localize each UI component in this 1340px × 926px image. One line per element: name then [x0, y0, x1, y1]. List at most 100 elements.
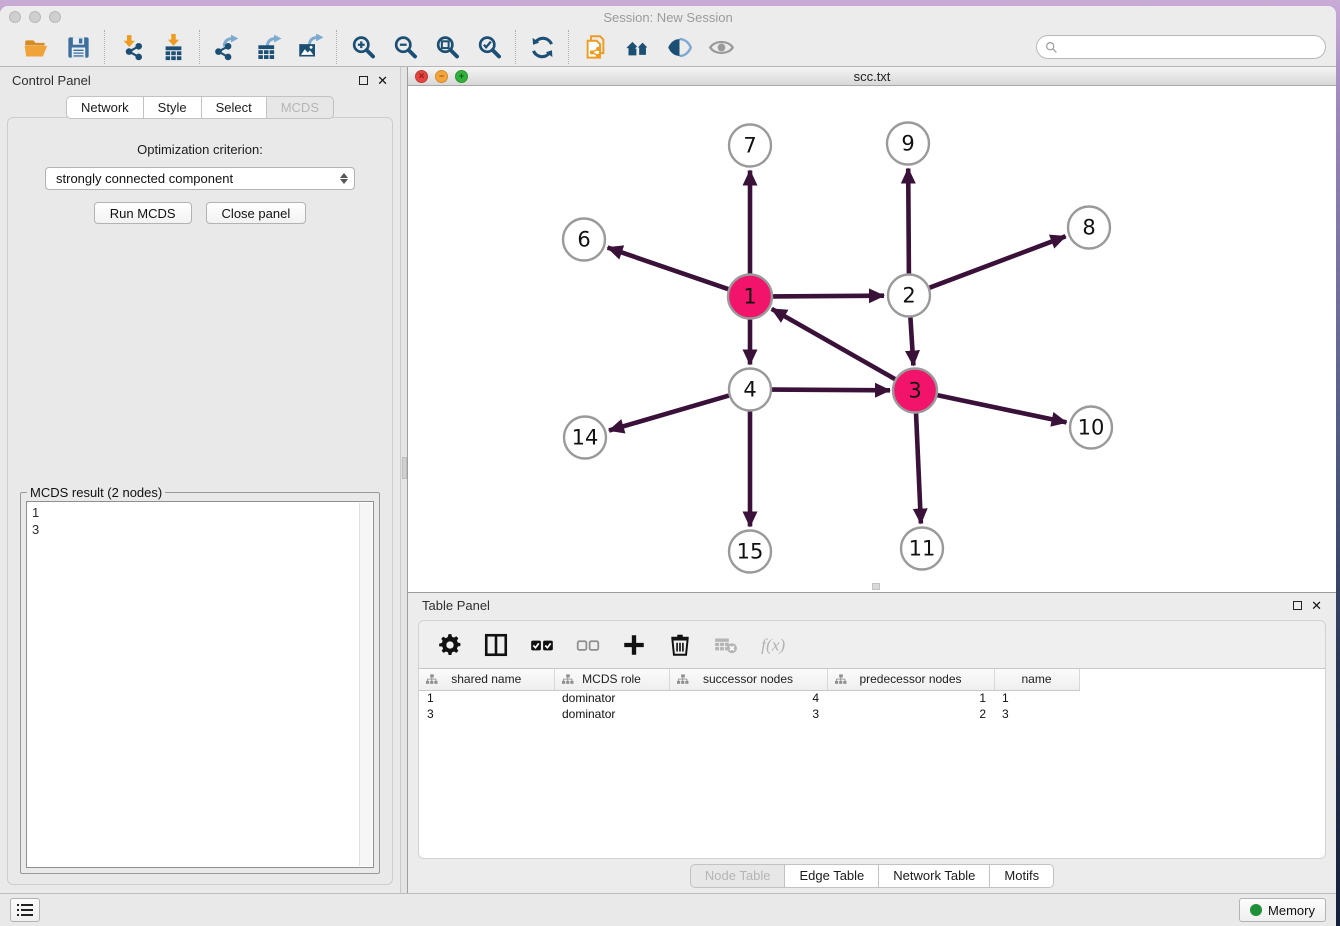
- column-header-MCDS-role[interactable]: MCDS role: [554, 669, 669, 690]
- network-window-titlebar[interactable]: ✕ − + scc.txt: [408, 67, 1336, 86]
- tab-style[interactable]: Style: [143, 96, 201, 119]
- open-folder-icon[interactable]: [22, 33, 50, 61]
- tab-network-table[interactable]: Network Table: [878, 864, 989, 888]
- column-view-icon[interactable]: [483, 632, 509, 658]
- tab-edge-table[interactable]: Edge Table: [784, 864, 878, 888]
- table-row[interactable]: 1dominator411: [419, 690, 1079, 706]
- table-tabs: Node TableEdge TableNetwork TableMotifs: [408, 859, 1336, 893]
- close-table-panel-icon[interactable]: ✕: [1311, 601, 1322, 610]
- tab-network[interactable]: Network: [66, 96, 143, 119]
- network-resize-handle[interactable]: [872, 583, 880, 590]
- mcds-result-values: 1 3: [32, 505, 39, 537]
- tab-node-table[interactable]: Node Table: [690, 864, 785, 888]
- panel-splitter[interactable]: [400, 67, 408, 893]
- zoom-out-icon[interactable]: [391, 33, 419, 61]
- column-header-predecessor-nodes[interactable]: predecessor nodes: [827, 669, 994, 690]
- graph-node-2[interactable]: 2: [888, 275, 930, 317]
- network-close-icon[interactable]: ✕: [415, 70, 428, 83]
- graph-node-4[interactable]: 4: [729, 369, 771, 411]
- tab-motifs[interactable]: Motifs: [989, 864, 1054, 888]
- column-header-name[interactable]: name: [994, 669, 1079, 690]
- tab-select[interactable]: Select: [201, 96, 266, 119]
- refresh-icon[interactable]: [528, 33, 556, 61]
- float-panel-icon[interactable]: [359, 76, 368, 85]
- export-network-icon[interactable]: [212, 33, 240, 61]
- export-image-icon[interactable]: [296, 33, 324, 61]
- save-icon[interactable]: [64, 33, 92, 61]
- table-row[interactable]: 3dominator323: [419, 706, 1079, 722]
- graph-node-7[interactable]: 7: [729, 125, 771, 167]
- clone-network-icon[interactable]: [581, 33, 609, 61]
- table-cell[interactable]: 1: [419, 690, 554, 706]
- table-cell[interactable]: 1: [994, 690, 1079, 706]
- graph-node-11[interactable]: 11: [901, 528, 943, 570]
- run-mcds-button[interactable]: Run MCDS: [94, 202, 192, 224]
- graph-node-8[interactable]: 8: [1068, 207, 1110, 249]
- network-canvas[interactable]: 7 9 6 8 1 2 4 3 14 10 15: [408, 86, 1336, 592]
- edge-4-14[interactable]: [609, 396, 729, 431]
- edge-3-11[interactable]: [916, 413, 921, 524]
- search-box[interactable]: [1036, 35, 1326, 59]
- hierarchy-icon: [562, 674, 574, 688]
- table-cell[interactable]: 3: [419, 706, 554, 722]
- tab-mcds[interactable]: MCDS: [266, 96, 334, 119]
- close-panel-icon[interactable]: ✕: [377, 76, 388, 85]
- splitter-grip-icon[interactable]: [402, 457, 407, 479]
- task-history-button[interactable]: [10, 898, 40, 922]
- edge-2-8[interactable]: [930, 236, 1066, 287]
- float-table-panel-icon[interactable]: [1293, 601, 1302, 610]
- table-cell[interactable]: 3: [994, 706, 1079, 722]
- column-header-successor-nodes[interactable]: successor nodes: [669, 669, 827, 690]
- graph-node-3[interactable]: 3: [893, 369, 937, 413]
- zoom-in-icon[interactable]: [349, 33, 377, 61]
- half-eye-icon[interactable]: [665, 33, 693, 61]
- graph-node-1[interactable]: 1: [728, 275, 772, 319]
- app-window: Session: New Session: [0, 6, 1336, 926]
- table-cell[interactable]: dominator: [554, 706, 669, 722]
- table-cell[interactable]: 4: [669, 690, 827, 706]
- edge-3-10[interactable]: [937, 395, 1067, 422]
- gear-icon[interactable]: [437, 632, 463, 658]
- optimization-criterion-select[interactable]: strongly connected component: [45, 167, 355, 190]
- table-cell[interactable]: dominator: [554, 690, 669, 706]
- network-graph[interactable]: 7 9 6 8 1 2 4 3 14 10 15: [408, 86, 1336, 592]
- edge-4-3[interactable]: [772, 390, 890, 391]
- zoom-fit-icon[interactable]: [433, 33, 461, 61]
- delete-column-icon[interactable]: [667, 632, 693, 658]
- edge-2-3[interactable]: [910, 318, 913, 366]
- graph-node-6[interactable]: 6: [563, 219, 605, 261]
- export-table-icon[interactable]: [254, 33, 282, 61]
- edge-3-1[interactable]: [772, 309, 896, 380]
- graph-node-14[interactable]: 14: [564, 417, 606, 459]
- search-input[interactable]: [1063, 40, 1317, 54]
- svg-text:1: 1: [743, 285, 756, 309]
- svg-text:f(x): f(x): [761, 635, 785, 654]
- close-panel-button[interactable]: Close panel: [206, 202, 307, 224]
- control-panel-tabs: NetworkStyleSelectMCDS: [0, 96, 400, 119]
- edge-2-9[interactable]: [908, 169, 909, 274]
- unselect-all-icon[interactable]: [575, 632, 601, 658]
- home-icon[interactable]: [623, 33, 651, 61]
- mcds-result-text[interactable]: 1 3: [26, 501, 374, 868]
- graph-node-9[interactable]: 9: [887, 123, 929, 165]
- memory-button[interactable]: Memory: [1239, 898, 1326, 922]
- window-titlebar[interactable]: Session: New Session: [0, 6, 1336, 28]
- edge-1-2[interactable]: [772, 296, 884, 297]
- network-maximize-icon[interactable]: +: [455, 70, 468, 83]
- table-cell[interactable]: 3: [669, 706, 827, 722]
- graph-node-15[interactable]: 15: [729, 531, 771, 573]
- edge-1-6[interactable]: [608, 248, 730, 290]
- network-minimize-icon[interactable]: −: [435, 70, 448, 83]
- toolbar-group: [516, 33, 568, 61]
- list-icon: [17, 903, 33, 917]
- select-all-icon[interactable]: [529, 632, 555, 658]
- table-cell[interactable]: 2: [827, 706, 994, 722]
- import-table-icon[interactable]: [159, 33, 187, 61]
- zoom-selected-icon[interactable]: [475, 33, 503, 61]
- result-scrollbar[interactable]: [359, 503, 372, 866]
- column-header-shared-name[interactable]: shared name: [419, 669, 554, 690]
- graph-node-10[interactable]: 10: [1070, 407, 1112, 449]
- add-column-icon[interactable]: [621, 632, 647, 658]
- table-cell[interactable]: 1: [827, 690, 994, 706]
- import-network-icon[interactable]: [117, 33, 145, 61]
